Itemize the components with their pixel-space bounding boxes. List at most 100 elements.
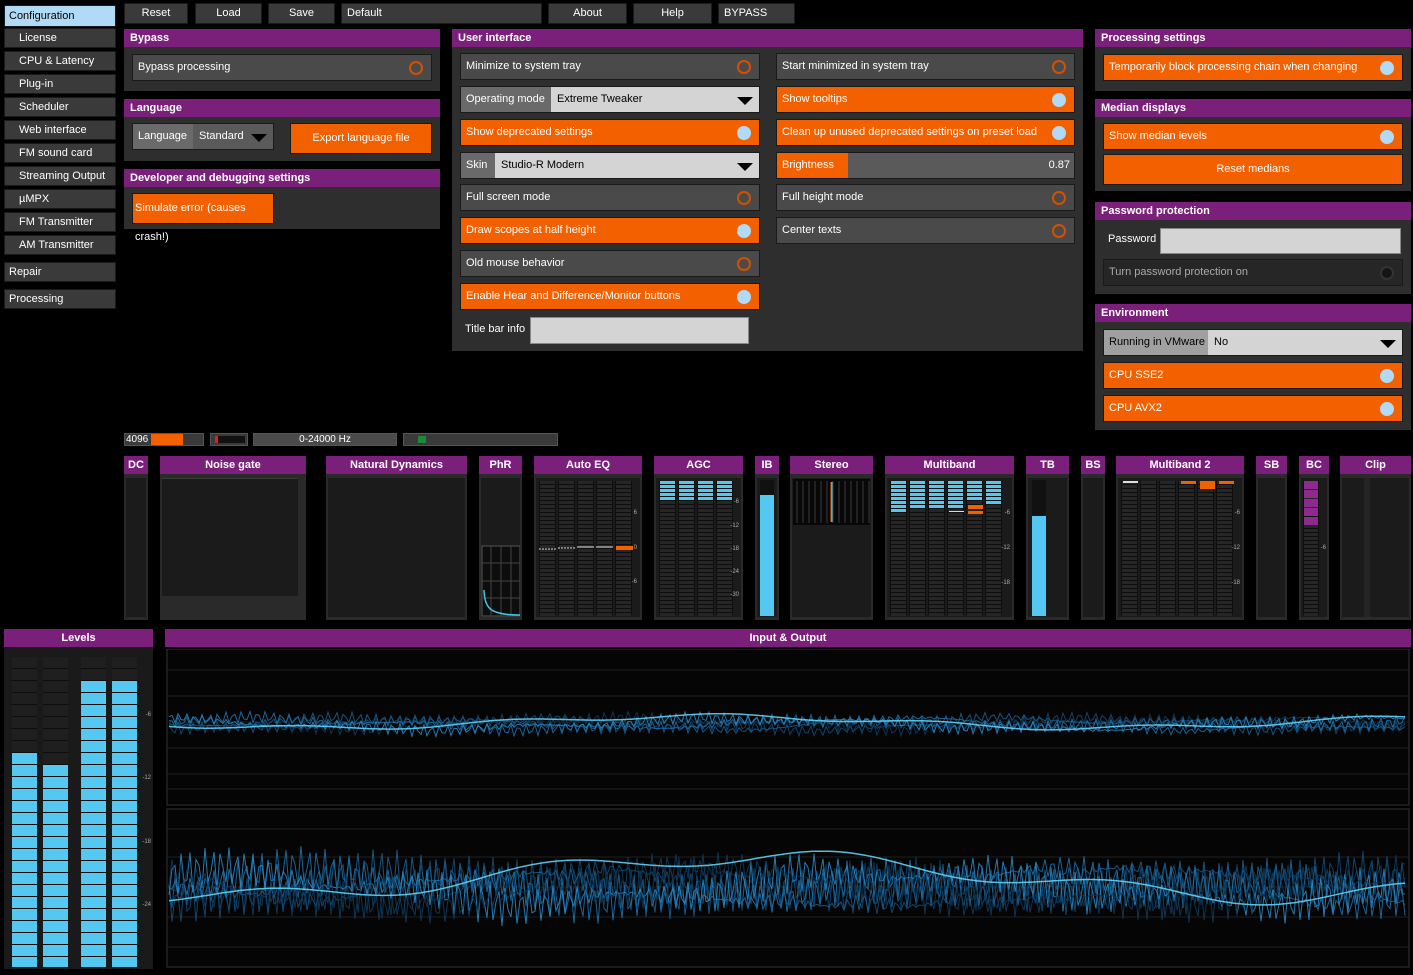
center-texts-toggle[interactable]: Center texts [776, 217, 1075, 244]
sidebar-item-fm-sound-card[interactable]: FM sound card [4, 143, 116, 163]
export-language-button[interactable]: Export language file [290, 123, 432, 154]
module-phr[interactable]: PhR [479, 456, 522, 620]
meter-segment-lit [891, 509, 906, 512]
brightness-slider[interactable]: Brightness 0.87 [776, 152, 1075, 179]
reset-medians-button[interactable]: Reset medians [1103, 154, 1403, 185]
sidebar-item-cpu-latency[interactable]: CPU & Latency [4, 51, 116, 71]
meter-segment [578, 573, 593, 576]
sidebar-item-configuration[interactable]: Configuration [4, 5, 116, 27]
gain-reduction-mark [968, 505, 983, 509]
module-multiband[interactable]: Multiband -6 -12 -18 [885, 456, 1014, 620]
meter-segment [660, 537, 675, 540]
meter-segment-lit [910, 497, 925, 500]
meter-segment [967, 569, 982, 572]
cpu-sse2-toggle[interactable]: CPU SSE2 [1103, 362, 1403, 389]
meter-segment-lit [660, 497, 675, 500]
bypass-button[interactable]: BYPASS [718, 3, 795, 24]
meter-segment [891, 541, 906, 544]
meter-segment-lit [891, 493, 906, 496]
meter-segment [967, 521, 982, 524]
show-median-toggle[interactable]: Show median levels [1103, 123, 1403, 150]
meter-segment [1304, 609, 1318, 612]
meter-segment [891, 557, 906, 560]
meter-segment [616, 613, 631, 616]
level-meter-segment [43, 741, 68, 752]
sidebar-item-umpx[interactable]: µMPX [4, 189, 116, 209]
meter-segment [578, 533, 593, 536]
skin-select[interactable]: Skin Studio-R Modern [460, 152, 760, 179]
meter-segment [559, 501, 574, 504]
full-screen-toggle[interactable]: Full screen mode [460, 184, 760, 211]
block-chain-toggle[interactable]: Temporarily block processing chain when … [1103, 54, 1403, 81]
meter-segment [717, 577, 732, 580]
show-deprecated-toggle[interactable]: Show deprecated settings [460, 119, 760, 146]
module-agc[interactable]: AGC -6 -12 -18 -24 -30 [654, 456, 743, 620]
meter-segment [1122, 489, 1137, 492]
language-select[interactable]: Language Standard [132, 123, 274, 150]
meter-segment [616, 573, 631, 576]
title-bar-input[interactable] [530, 317, 749, 344]
module-tb[interactable]: TB [1026, 456, 1069, 620]
meter-segment [929, 601, 944, 604]
show-tooltips-toggle[interactable]: Show tooltips [776, 86, 1075, 113]
meter-segment [1160, 521, 1175, 524]
level-meter-segment-lit [12, 801, 37, 812]
meter-segment [1198, 509, 1213, 512]
module-bc[interactable]: BC -6 [1299, 456, 1329, 620]
password-input[interactable] [1160, 228, 1401, 254]
module-sb[interactable]: SB [1256, 456, 1287, 620]
reset-button[interactable]: Reset [124, 3, 188, 24]
password-protection-toggle[interactable]: Turn password protection on [1103, 259, 1403, 286]
cleanup-deprecated-toggle[interactable]: Clean up unused deprecated settings on p… [776, 119, 1075, 146]
full-height-toggle[interactable]: Full height mode [776, 184, 1075, 211]
meter-segment [717, 509, 732, 512]
meter-segment [578, 565, 593, 568]
vmware-select[interactable]: Running in VMware No [1103, 329, 1403, 356]
sidebar-item-fm-transmitter[interactable]: FM Transmitter [4, 212, 116, 232]
module-ib[interactable]: IB [755, 456, 779, 620]
toggle-icon [1052, 224, 1066, 238]
old-mouse-toggle[interactable]: Old mouse behavior [460, 250, 760, 277]
sidebar-item-scheduler[interactable]: Scheduler [4, 97, 116, 117]
hear-difference-toggle[interactable]: Enable Hear and Difference/Monitor butto… [460, 283, 760, 310]
about-button[interactable]: About [548, 3, 627, 24]
simulate-error-button[interactable]: Simulate error (causes crash!) [132, 193, 274, 243]
meter-segment [540, 565, 555, 568]
meter-segment [1160, 585, 1175, 588]
meter-segment [1160, 517, 1175, 520]
module-multiband-2[interactable]: Multiband 2 -6 -12 -18 [1116, 456, 1244, 620]
module-auto-eq-title: Auto EQ [534, 456, 642, 474]
sidebar-item-processing[interactable]: Processing [4, 289, 116, 309]
meter-segment [1304, 557, 1318, 560]
module-auto-eq[interactable]: Auto EQ 6 0 -6 [534, 456, 642, 620]
half-height-toggle[interactable]: Draw scopes at half height [460, 217, 760, 244]
sidebar-item-am-transmitter[interactable]: AM Transmitter [4, 235, 116, 255]
meter-segment [1122, 609, 1137, 612]
module-dc[interactable]: DC [124, 456, 148, 620]
operating-mode-select[interactable]: Operating mode Extreme Tweaker [460, 86, 760, 113]
meter-segment [910, 569, 925, 572]
minimize-tray-toggle[interactable]: Minimize to system tray [460, 53, 760, 80]
sidebar-item-license[interactable]: License [4, 28, 116, 48]
sidebar-item-streaming-output[interactable]: Streaming Output [4, 166, 116, 186]
hear-difference-label: Enable Hear and Difference/Monitor butto… [466, 290, 681, 302]
signal-led [418, 436, 426, 443]
multiband-bars: -6 -12 -18 [890, 481, 1011, 616]
load-button[interactable]: Load [195, 3, 262, 24]
preset-name-field[interactable]: Default [341, 3, 542, 24]
sidebar-item-web-interface[interactable]: Web interface [4, 120, 116, 140]
module-noise-gate[interactable]: Noise gate [160, 456, 306, 620]
module-bs[interactable]: BS [1081, 456, 1105, 620]
sidebar-item-plugin[interactable]: Plug-in [4, 74, 116, 94]
module-clip[interactable]: Clip [1340, 456, 1411, 620]
toggle-icon [1380, 130, 1394, 144]
buffer-value: 4096 [126, 434, 149, 445]
cpu-avx2-toggle[interactable]: CPU AVX2 [1103, 395, 1403, 422]
sidebar-item-repair[interactable]: Repair [4, 262, 116, 282]
bypass-processing-toggle[interactable]: Bypass processing [132, 54, 432, 81]
module-stereo[interactable]: Stereo [790, 456, 873, 620]
module-natural-dynamics[interactable]: Natural Dynamics [326, 456, 467, 620]
help-button[interactable]: Help [633, 3, 712, 24]
start-minimized-toggle[interactable]: Start minimized in system tray [776, 53, 1075, 80]
save-button[interactable]: Save [268, 3, 335, 24]
